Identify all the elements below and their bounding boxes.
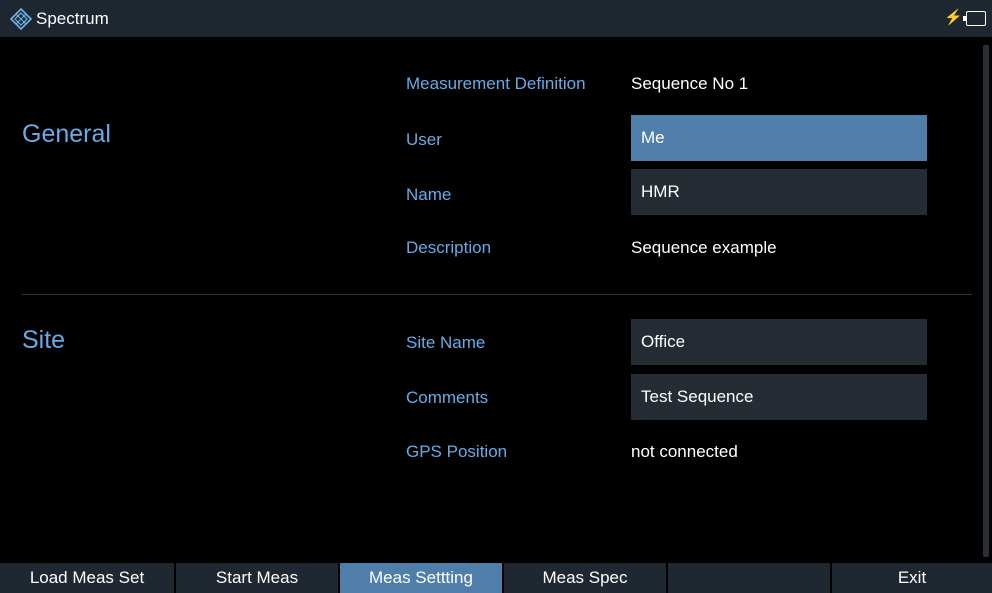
section-title-general: General — [22, 120, 111, 148]
softkey-label: Meas Settting — [369, 568, 473, 587]
site-name-field[interactable]: Office — [631, 319, 927, 365]
softkey-empty[interactable] — [668, 563, 832, 593]
label-name: Name — [406, 185, 452, 204]
softkey-exit[interactable]: Exit — [832, 563, 992, 593]
comments-field-value: Test Sequence — [641, 387, 754, 406]
name-field[interactable]: HMR — [631, 169, 927, 215]
label-description: Description — [406, 238, 492, 257]
comments-field[interactable]: Test Sequence — [631, 374, 927, 420]
title-bar: Spectrum ⚡ — [0, 0, 992, 37]
value-description: Sequence example — [631, 238, 777, 257]
softkey-label: Start Meas — [215, 568, 299, 587]
spectrum-app: Spectrum ⚡ General Measurement Definitio… — [0, 0, 992, 593]
user-field[interactable]: Me — [631, 115, 927, 161]
softkey-bar: Load Meas Set Start Meas Meas Settting M… — [0, 563, 992, 593]
label-measurement-definition: Measurement Definition — [406, 74, 586, 93]
name-field-value: HMR — [641, 182, 680, 201]
value-gps-position: not connected — [631, 442, 738, 461]
site-name-field-value: Office — [641, 332, 686, 351]
softkey-label: Meas Spec — [542, 568, 628, 587]
softkey-label: Exit — [897, 568, 927, 587]
section-title-site: Site — [22, 326, 66, 354]
softkey-label: Load Meas Set — [29, 568, 145, 587]
status-area: ⚡ — [944, 9, 986, 27]
softkey-meas-setting[interactable]: Meas Settting — [340, 563, 504, 593]
rohde-schwarz-logo-icon — [10, 7, 32, 30]
softkey-meas-spec[interactable]: Meas Spec — [504, 563, 668, 593]
softkey-start-meas[interactable]: Start Meas — [176, 563, 340, 593]
charging-bolt-icon: ⚡ — [944, 9, 963, 26]
label-comments: Comments — [406, 388, 489, 407]
user-field-value: Me — [641, 128, 665, 147]
label-site-name: Site Name — [406, 333, 486, 352]
app-title: Spectrum — [36, 8, 109, 28]
label-gps-position: GPS Position — [406, 442, 508, 461]
softkey-load-meas-set[interactable]: Load Meas Set — [0, 563, 176, 593]
vertical-scrollbar[interactable] — [983, 45, 989, 557]
value-measurement-definition: Sequence No 1 — [631, 74, 749, 93]
label-user: User — [406, 130, 442, 149]
battery-icon — [963, 10, 986, 26]
section-divider — [22, 294, 972, 295]
